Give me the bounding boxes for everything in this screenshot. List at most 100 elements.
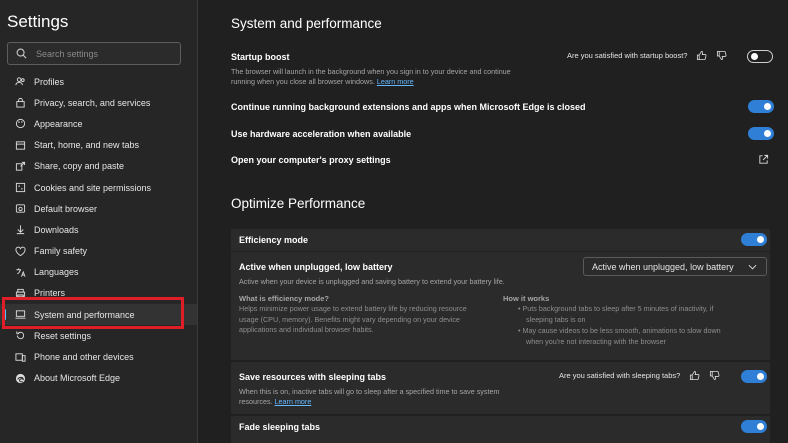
proxy-settings-title[interactable]: Open your computer's proxy settings xyxy=(231,155,391,165)
how-it-works-heading: How it works xyxy=(503,294,550,303)
thumbs-up-icon[interactable] xyxy=(696,50,707,61)
sidebar-item-label: Downloads xyxy=(34,224,79,235)
active-when-dropdown[interactable]: Active when unplugged, low battery xyxy=(583,257,767,276)
efficiency-mode-toggle[interactable] xyxy=(741,233,767,246)
sidebar-item-profiles[interactable]: Profiles xyxy=(0,71,197,92)
sidebar-item-label: Languages xyxy=(34,267,79,278)
sidebar-item-downloads[interactable]: Downloads xyxy=(0,219,197,240)
how-it-works-bullet-2-line1: • May cause videos to be less smooth, an… xyxy=(518,326,721,335)
how-it-works-bullet-1-line1: • Puts background tabs to sleep after 5 … xyxy=(518,304,714,313)
how-it-works-bullet-2-line2: when you're not interacting with the bro… xyxy=(526,336,667,346)
fade-sleeping-tabs-title: Fade sleeping tabs xyxy=(239,422,321,432)
hardware-acceleration-toggle[interactable] xyxy=(748,127,774,140)
sidebar-item-appearance[interactable]: Appearance xyxy=(0,113,197,134)
efficiency-mode-card xyxy=(231,229,770,251)
active-when-desc: Active when your device is unplugged and… xyxy=(239,277,505,286)
startup-boost-feedback: Are you satisfied with startup boost? xyxy=(567,50,727,61)
how-it-works-bullet-1-line2: sleeping tabs is on xyxy=(526,314,586,324)
lock-icon xyxy=(14,96,27,109)
edge-icon xyxy=(14,372,27,385)
sidebar-item-start-home[interactable]: Start, home, and new tabs xyxy=(0,135,197,156)
browser-icon xyxy=(14,202,27,215)
what-is-line1: Helps minimize power usage to extend bat… xyxy=(239,304,467,313)
thumbs-up-icon[interactable] xyxy=(689,370,700,381)
external-link-icon[interactable] xyxy=(758,154,769,165)
active-when-title: Active when unplugged, low battery xyxy=(239,262,393,272)
page-title: System and performance xyxy=(231,16,382,31)
hardware-acceleration-title: Use hardware acceleration when available xyxy=(231,129,412,139)
sidebar-item-about[interactable]: About Microsoft Edge xyxy=(0,368,197,389)
phone-icon xyxy=(14,351,27,364)
sidebar-item-privacy[interactable]: Privacy, search, and services xyxy=(0,92,197,113)
startup-boost-desc-line2: running when you close all browser windo… xyxy=(231,77,375,86)
sidebar-item-label: Start, home, and new tabs xyxy=(34,140,140,151)
profiles-icon xyxy=(14,75,27,88)
sleeping-tabs-feedback-text: Are you satisfied with sleeping tabs? xyxy=(559,371,681,380)
optimize-performance-heading: Optimize Performance xyxy=(231,196,366,211)
thumbs-down-icon[interactable] xyxy=(709,370,720,381)
background-extensions-toggle[interactable] xyxy=(748,100,774,113)
how-it-works-bullet-2: • May cause videos to be less smooth, an… xyxy=(518,326,721,347)
startup-boost-toggle[interactable] xyxy=(747,50,773,63)
what-is-efficiency-text: Helps minimize power usage to extend bat… xyxy=(239,304,467,336)
sleeping-tabs-desc: When this is on, inactive tabs will go t… xyxy=(239,387,499,407)
appearance-icon xyxy=(14,117,27,130)
search-input[interactable] xyxy=(36,48,176,59)
what-is-efficiency-heading: What is efficiency mode? xyxy=(239,294,330,303)
background-extensions-title: Continue running background extensions a… xyxy=(231,102,586,112)
bullet-2-text: May cause videos to be less smooth, anim… xyxy=(522,326,721,335)
efficiency-mode-title: Efficiency mode xyxy=(239,235,309,245)
sidebar-item-label: Phone and other devices xyxy=(34,352,134,363)
active-when-dropdown-value: Active when unplugged, low battery xyxy=(592,261,734,272)
sidebar-item-cookies[interactable]: Cookies and site permissions xyxy=(0,177,197,198)
search-box[interactable] xyxy=(7,42,181,65)
sleeping-tabs-desc-line2: resources. xyxy=(239,397,273,406)
sidebar-item-family[interactable]: Family safety xyxy=(0,241,197,262)
sleeping-tabs-desc-line2-wrap: resources. Learn more xyxy=(239,397,499,407)
settings-sidebar: Settings Profiles Privacy, search, and s… xyxy=(0,0,198,443)
sidebar-item-default-browser[interactable]: Default browser xyxy=(0,198,197,219)
sleeping-tabs-feedback: Are you satisfied with sleeping tabs? xyxy=(559,370,720,381)
sidebar-item-label: Default browser xyxy=(34,203,98,214)
search-icon xyxy=(16,48,27,59)
fade-sleeping-tabs-toggle[interactable] xyxy=(741,420,767,433)
download-icon xyxy=(14,223,27,236)
startup-boost-learn-more-link[interactable]: Learn more xyxy=(377,77,414,86)
sidebar-item-label: Profiles xyxy=(34,76,65,87)
sleeping-tabs-learn-more-link[interactable]: Learn more xyxy=(275,397,312,406)
what-is-line3: applications and individual browser habi… xyxy=(239,325,374,334)
chevron-down-icon xyxy=(748,264,757,270)
reset-icon xyxy=(14,329,27,342)
sidebar-item-label: Family safety xyxy=(34,246,88,257)
cookies-icon xyxy=(14,181,27,194)
sidebar-item-label: About Microsoft Edge xyxy=(34,373,121,384)
startup-boost-title: Startup boost xyxy=(231,52,290,62)
bullet-1-text: Puts background tabs to sleep after 5 mi… xyxy=(522,304,714,313)
sidebar-item-label: Reset settings xyxy=(34,330,92,341)
settings-nav: Profiles Privacy, search, and services A… xyxy=(0,71,197,389)
sidebar-item-languages[interactable]: Languages xyxy=(0,262,197,283)
selection-highlight-box xyxy=(2,297,184,329)
sidebar-item-label: Privacy, search, and services xyxy=(34,97,151,108)
main-content: System and performance Startup boost The… xyxy=(198,0,788,443)
thumbs-down-icon[interactable] xyxy=(716,50,727,61)
startup-boost-desc-line1: The browser will launch in the backgroun… xyxy=(231,67,511,76)
settings-title: Settings xyxy=(7,12,69,31)
sleeping-tabs-desc-line1: When this is on, inactive tabs will go t… xyxy=(239,387,500,396)
sidebar-item-label: Cookies and site permissions xyxy=(34,182,152,193)
what-is-line2: usage (CPU, memory). Benefits might vary… xyxy=(239,314,460,324)
sleeping-tabs-title: Save resources with sleeping tabs xyxy=(239,372,387,382)
sidebar-item-share[interactable]: Share, copy and paste xyxy=(0,156,197,177)
how-it-works-bullet-1: • Puts background tabs to sleep after 5 … xyxy=(518,304,713,325)
startup-boost-desc: The browser will launch in the backgroun… xyxy=(231,67,511,87)
home-icon xyxy=(14,139,27,152)
sidebar-item-label: Share, copy and paste xyxy=(34,161,125,172)
sleeping-tabs-toggle[interactable] xyxy=(741,370,767,383)
sidebar-item-label: Appearance xyxy=(34,118,83,129)
startup-boost-feedback-text: Are you satisfied with startup boost? xyxy=(567,51,688,60)
languages-icon xyxy=(14,266,27,279)
startup-boost-desc-line2-wrap: running when you close all browser windo… xyxy=(231,77,511,87)
share-icon xyxy=(14,160,27,173)
family-icon xyxy=(14,245,27,258)
sidebar-item-phone[interactable]: Phone and other devices xyxy=(0,346,197,367)
